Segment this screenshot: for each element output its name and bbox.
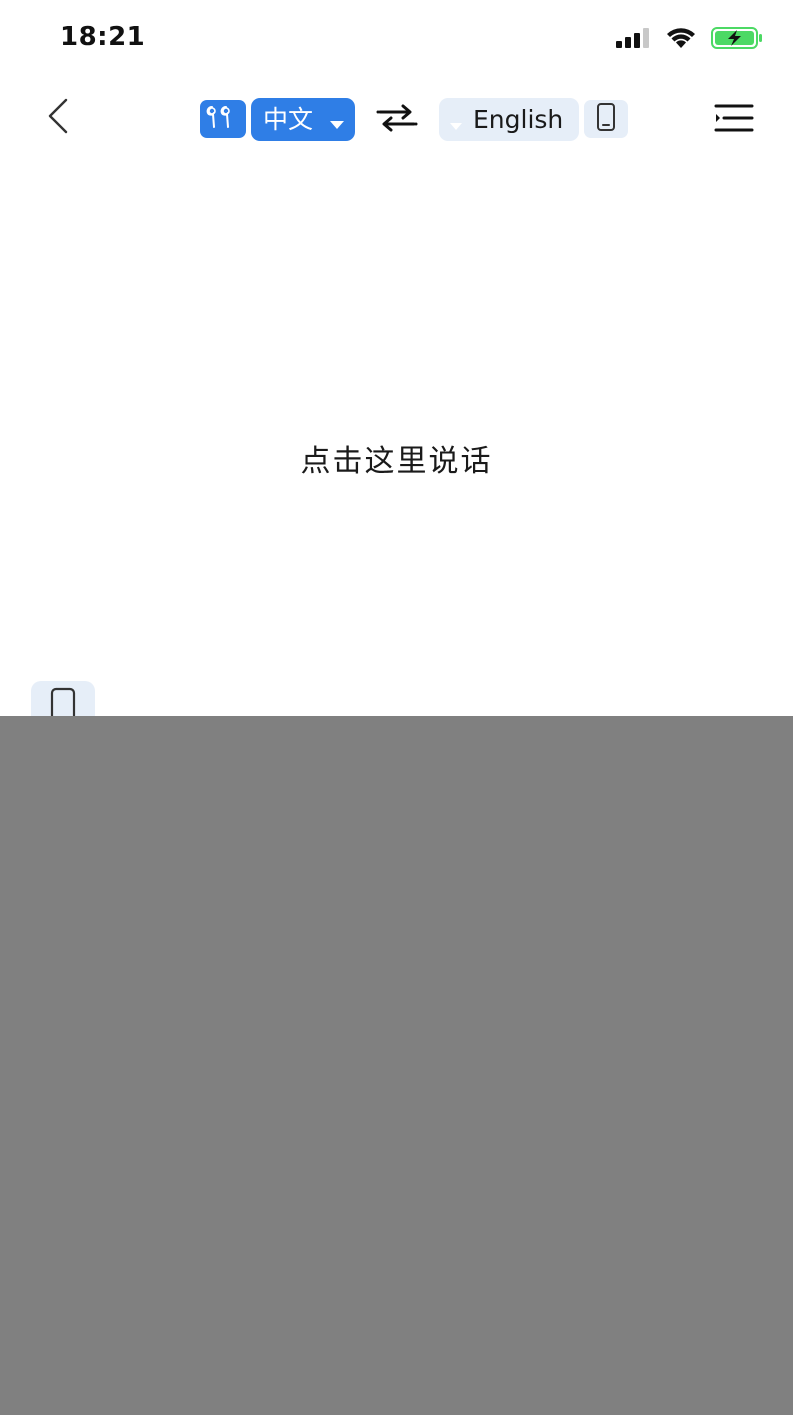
target-language-selector[interactable]: English: [439, 98, 579, 141]
wifi-icon: [665, 26, 697, 54]
status-time: 18:21: [60, 22, 146, 52]
status-bar: 18:21: [0, 0, 793, 80]
status-icons: [615, 26, 763, 54]
source-language-label: 中文: [263, 105, 314, 134]
chevron-left-icon: [44, 97, 72, 139]
earbuds-icon: [205, 104, 241, 134]
source-language-selector[interactable]: 中文: [251, 98, 355, 141]
earbud-mode-toggle[interactable]: [200, 100, 246, 138]
tap-to-speak-prompt[interactable]: 点击这里说话: [0, 436, 793, 480]
nav-bar: 中文 English: [0, 88, 793, 152]
swap-arrows-icon: [376, 103, 418, 137]
translator-screen: 18:21 中文 English 点击这里说话: [0, 0, 793, 1415]
phone-icon: [596, 102, 616, 136]
phone-mode-toggle[interactable]: [584, 100, 628, 138]
back-button[interactable]: [38, 96, 78, 140]
dim-overlay[interactable]: [0, 716, 793, 1415]
target-language-label: English: [473, 105, 564, 134]
menu-button[interactable]: [710, 100, 758, 140]
menu-icon: [713, 102, 755, 138]
battery-charging-icon: [711, 26, 763, 54]
swap-languages-button[interactable]: [374, 102, 420, 138]
caret-down-icon: [329, 115, 345, 134]
caret-down-icon: [449, 116, 463, 135]
cellular-signal-icon: [615, 27, 651, 53]
